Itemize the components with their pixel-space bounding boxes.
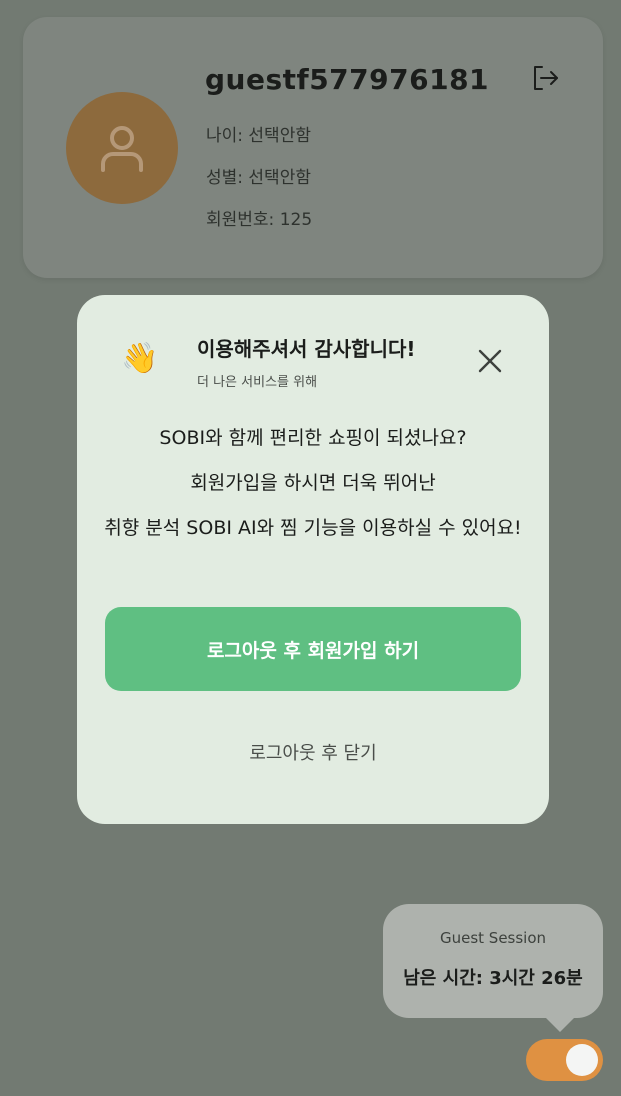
modal-title: 이용해주셔서 감사합니다! [197, 337, 416, 361]
thank-you-modal: 👋 이용해주셔서 감사합니다! 더 나은 서비스를 위해 SOBI와 함께 편리… [77, 295, 549, 824]
message-line: 회원가입을 하시면 더욱 뛰어난 [190, 472, 436, 494]
gender-info: 성별: 선택안함 [206, 168, 311, 188]
avatar [66, 92, 178, 204]
user-icon [101, 126, 143, 172]
message-line: SOBI와 함께 편리한 쇼핑이 되셨나요? [159, 427, 467, 449]
toggle-knob [566, 1044, 598, 1076]
member-number-info: 회원번호: 125 [206, 210, 313, 230]
modal-subtitle: 더 나은 서비스를 위해 [197, 375, 318, 390]
session-toggle[interactable] [526, 1039, 603, 1081]
profile-card: guestf577976181 나이: 선택안함 성별: 선택안함 회원번호: … [23, 17, 603, 278]
message-line: 취향 분석 SOBI AI와 찜 기능을 이용하실 수 있어요! [104, 517, 522, 539]
waving-hand-icon: 👋 [121, 341, 159, 376]
logout-icon[interactable] [530, 63, 560, 93]
session-title: Guest Session [439, 929, 547, 947]
modal-message: SOBI와 함께 편리한 쇼핑이 되셨나요? 회원가입을 하시면 더욱 뛰어난 … [77, 427, 549, 562]
session-remaining-time: 남은 시간: 3시간 26분 [403, 968, 583, 989]
username: guestf577976181 [205, 63, 490, 96]
logout-and-close-link[interactable]: 로그아웃 후 닫기 [77, 739, 549, 765]
logout-and-signup-button[interactable]: 로그아웃 후 회원가입 하기 [105, 607, 521, 691]
age-info: 나이: 선택안함 [206, 126, 311, 146]
close-icon[interactable] [477, 348, 503, 374]
guest-session-tooltip: Guest Session 남은 시간: 3시간 26분 [383, 904, 603, 1032]
